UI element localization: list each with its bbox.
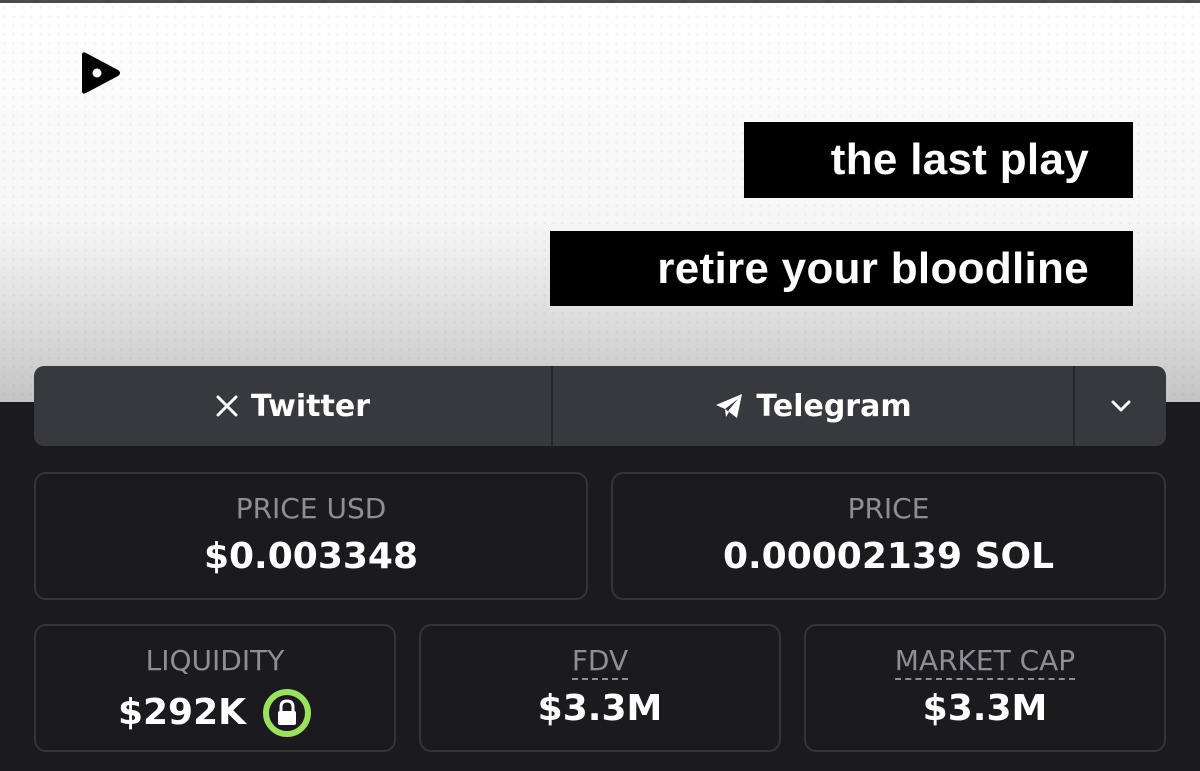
price-usd-value: $0.003348 bbox=[203, 536, 419, 577]
twitter-button[interactable]: Twitter bbox=[34, 366, 553, 446]
price-sol-card: PRICE 0.00002139 SOL bbox=[611, 472, 1166, 600]
market-cap-label[interactable]: MARKET CAP bbox=[894, 644, 1076, 680]
tagline-top: the last play bbox=[744, 122, 1133, 198]
market-cap-card: MARKET CAP $3.3M bbox=[804, 624, 1166, 752]
lock-icon[interactable] bbox=[262, 688, 312, 738]
fdv-value: $3.3M bbox=[537, 688, 663, 729]
price-sol-value: 0.00002139 SOL bbox=[722, 536, 1055, 577]
price-sol-label: PRICE bbox=[847, 492, 930, 525]
paper-plane-icon bbox=[716, 394, 743, 418]
social-links-bar: Twitter Telegram bbox=[34, 366, 1166, 446]
liquidity-card: LIQUIDITY $292K bbox=[34, 624, 396, 752]
fdv-card: FDV $3.3M bbox=[419, 624, 781, 752]
play-triangle-icon bbox=[82, 52, 120, 94]
price-usd-card: PRICE USD $0.003348 bbox=[34, 472, 588, 600]
telegram-button[interactable]: Telegram bbox=[553, 366, 1075, 446]
liquidity-value: $292K bbox=[117, 692, 247, 733]
price-usd-label: PRICE USD bbox=[235, 492, 387, 525]
telegram-label: Telegram bbox=[756, 388, 912, 424]
tagline-bottom: retire your bloodline bbox=[550, 231, 1133, 306]
liquidity-label: LIQUIDITY bbox=[145, 644, 285, 677]
x-logo-icon bbox=[216, 395, 238, 417]
more-links-button[interactable] bbox=[1075, 366, 1166, 446]
market-cap-value: $3.3M bbox=[922, 688, 1048, 729]
chevron-down-icon bbox=[1111, 400, 1130, 412]
header-banner: the last play retire your bloodline bbox=[0, 0, 1200, 402]
twitter-label: Twitter bbox=[251, 388, 370, 424]
fdv-label[interactable]: FDV bbox=[571, 644, 629, 680]
